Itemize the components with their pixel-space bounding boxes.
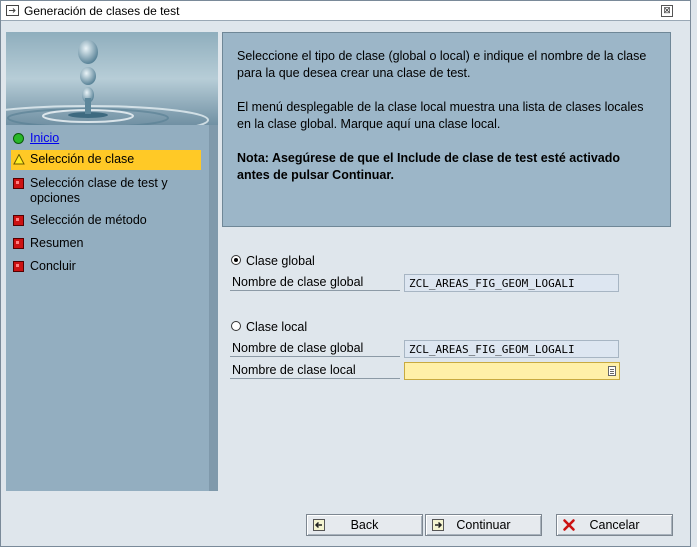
instructions-box: Seleccione el tipo de clase (global o lo… [222, 32, 671, 227]
instructions-note: Nota: Asegúrese de que el Include de cla… [237, 151, 621, 182]
local-class-radio[interactable] [231, 321, 241, 331]
back-button[interactable]: Back [306, 514, 423, 536]
local-class-name-label: Nombre de clase local [230, 362, 400, 379]
red-square-icon [13, 178, 24, 189]
wizard-window: Generación de clases de test ⊠ Inicio Se… [0, 0, 691, 547]
step-seleccion-clase-de-test[interactable]: Selección clase de test y opciones [11, 176, 201, 208]
global-class-name-field[interactable]: ZCL_AREAS_FIG_GEOM_LOGALI [404, 274, 619, 292]
yellow-warning-icon [13, 154, 25, 165]
title-bar: Generación de clases de test ⊠ [1, 1, 690, 21]
step-seleccion-de-clase[interactable]: Selección de clase [11, 150, 201, 170]
red-square-icon [13, 261, 24, 272]
instructions-text-2: El menú desplegable de la clase local mu… [237, 100, 644, 131]
local-global-class-name-label: Nombre de clase global [230, 340, 400, 357]
red-square-icon [13, 215, 24, 226]
continue-button[interactable]: Continuar [425, 514, 542, 536]
global-class-radio[interactable] [231, 255, 241, 265]
water-drop-image [6, 32, 218, 126]
green-circle-icon [13, 133, 24, 144]
window-icon [6, 5, 19, 16]
close-icon[interactable]: ⊠ [661, 5, 673, 17]
local-class-name-input[interactable] [404, 362, 620, 380]
cancel-button[interactable]: Cancelar [556, 514, 673, 536]
value-help-icon[interactable] [608, 366, 616, 376]
global-class-name-label: Nombre de clase global [230, 274, 400, 291]
steps-panel-edge [209, 125, 218, 491]
local-global-class-name-field[interactable]: ZCL_AREAS_FIG_GEOM_LOGALI [404, 340, 619, 358]
red-square-icon [13, 238, 24, 249]
window-title: Generación de clases de test [24, 4, 180, 18]
steps-list: Inicio Selección de clase Selección clas… [11, 126, 208, 490]
instructions-text-1: Seleccione el tipo de clase (global o lo… [237, 49, 647, 80]
